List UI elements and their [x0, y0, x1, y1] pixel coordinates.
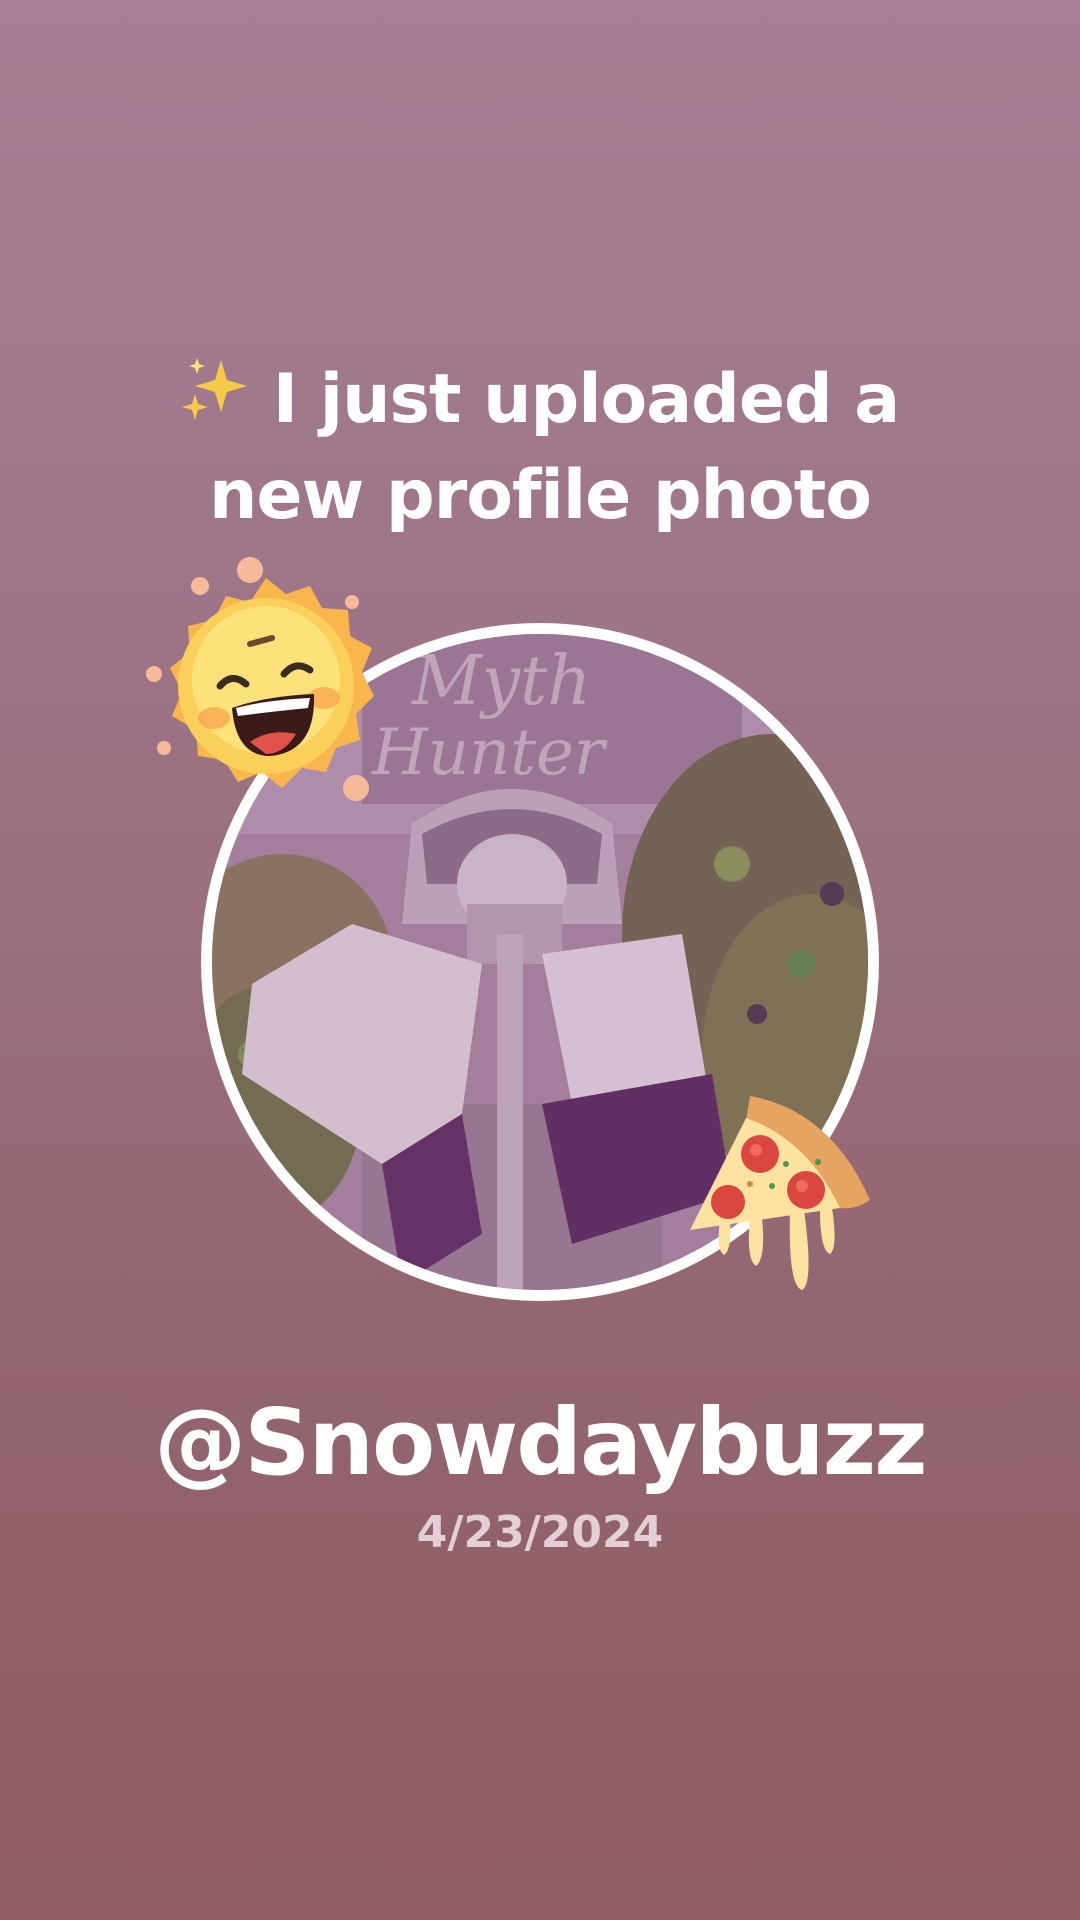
headline-line-1-text: I just uploaded a — [272, 360, 900, 439]
upload-date: 4/23/2024 — [416, 1507, 664, 1558]
headline: I just uploaded a new profile photo — [90, 352, 990, 544]
sparkles-icon — [181, 358, 247, 420]
pizza-slice-icon — [690, 1096, 870, 1290]
headline-line-2: new profile photo — [209, 456, 872, 535]
headline-line-1: I just uploaded a — [90, 352, 990, 448]
laughing-sun-icon — [146, 557, 374, 801]
username: @Snowdaybuzz — [154, 1389, 927, 1496]
